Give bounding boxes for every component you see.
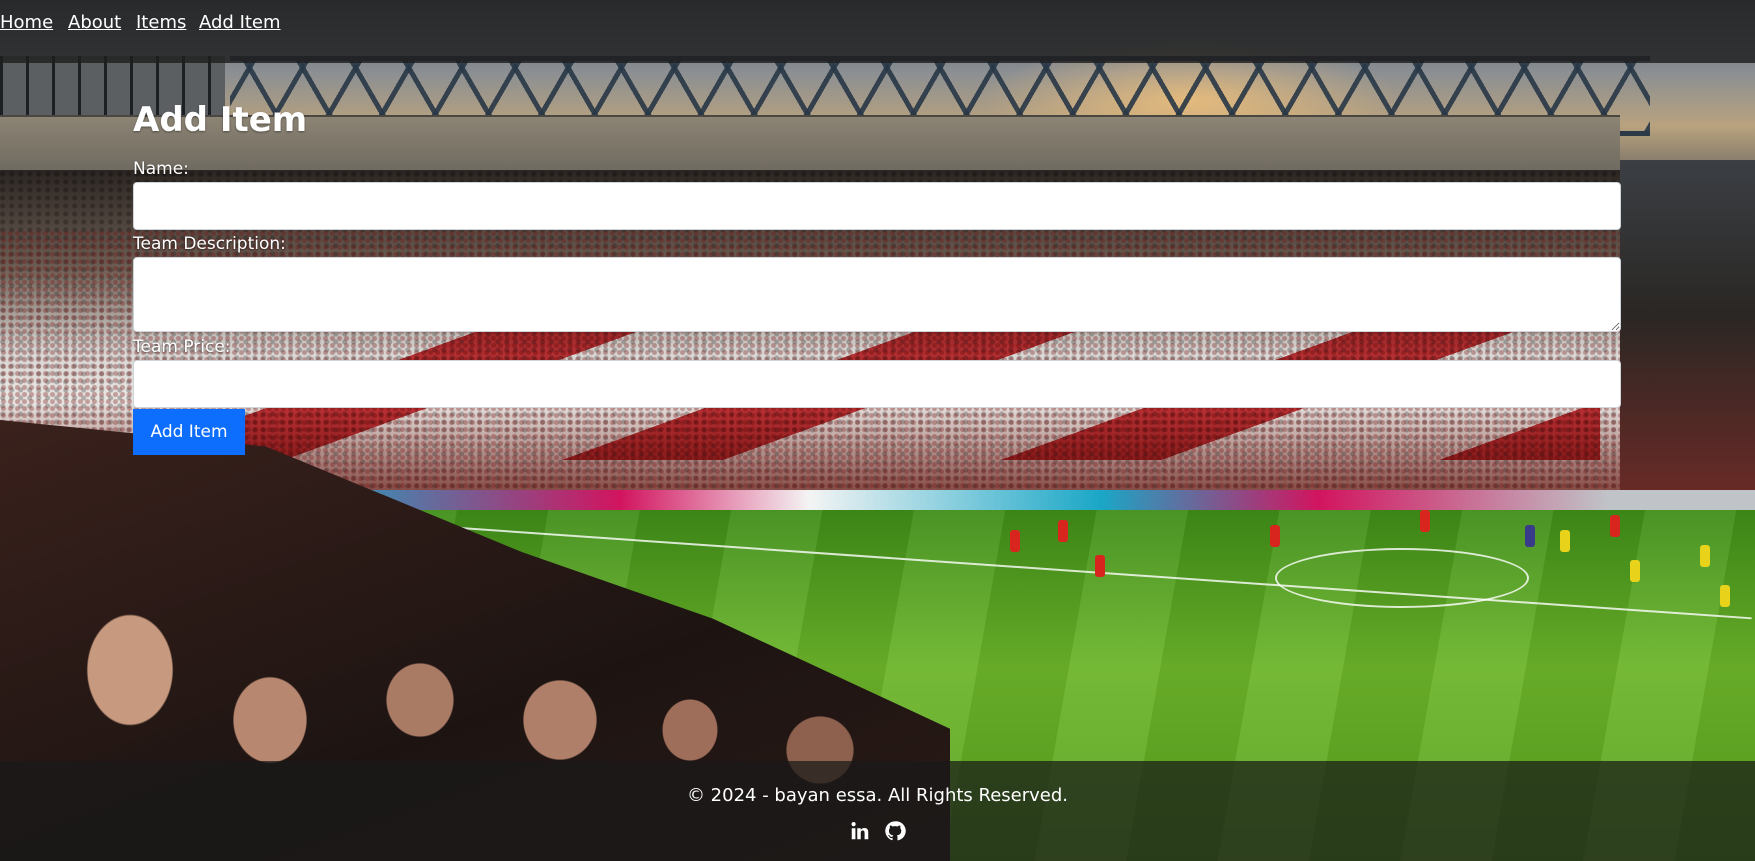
nav-link-home[interactable]: Home [0, 12, 53, 33]
github-icon[interactable] [884, 820, 906, 842]
team-description-textarea[interactable] [133, 257, 1621, 332]
linkedin-icon[interactable] [849, 820, 871, 842]
name-label: Name: [133, 159, 189, 179]
team-description-label: Team Description: [133, 234, 286, 254]
top-nav: Home About Items Add Item [0, 0, 1755, 63]
team-price-label: Team Price: [133, 337, 231, 357]
add-item-button[interactable]: Add Item [133, 409, 245, 455]
github-icon-graphic [885, 821, 906, 841]
page-title: Add Item [133, 100, 308, 140]
team-price-input[interactable] [133, 360, 1621, 408]
nav-link-items[interactable]: Items [136, 12, 186, 33]
footer: © 2024 - bayan essa. All Rights Reserved… [0, 761, 1755, 861]
nav-link-add-item[interactable]: Add Item [199, 12, 281, 33]
add-item-form-section: Add Item Name: Team Description: Team Pr… [0, 0, 1755, 861]
nav-link-about[interactable]: About [68, 12, 121, 33]
linkedin-icon-graphic [851, 822, 869, 840]
name-input[interactable] [133, 182, 1621, 230]
copyright-text: © 2024 - bayan essa. All Rights Reserved… [686, 785, 1069, 806]
